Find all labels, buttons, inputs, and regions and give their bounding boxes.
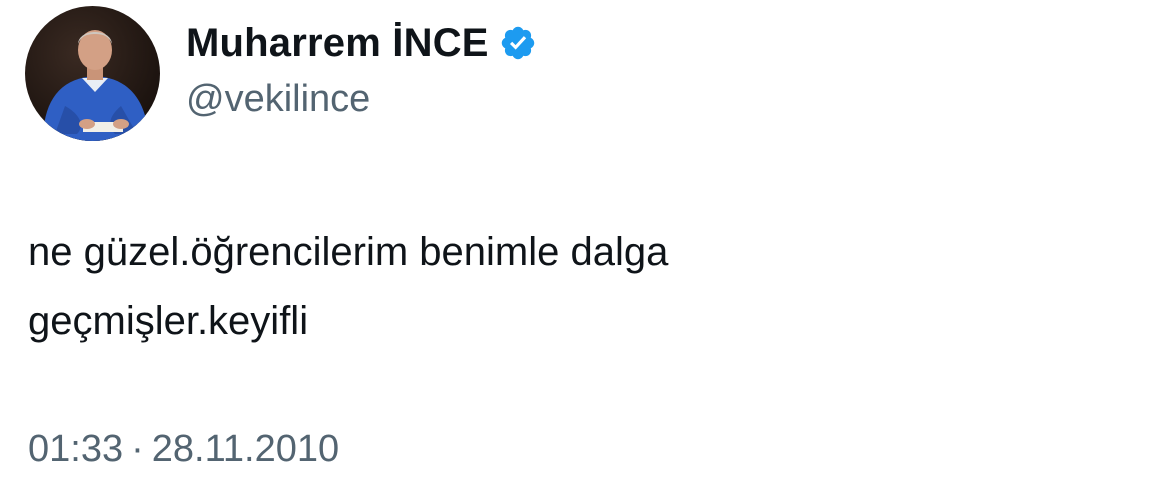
meta-separator: · — [131, 428, 144, 470]
name-row: Muharrem İNCE — [186, 18, 537, 68]
tweet-card: Muharrem İNCE @vekilince ne güzel.öğrenc… — [0, 0, 1170, 490]
tweet-text-line: geçmişler.keyifli — [28, 299, 309, 343]
user-handle[interactable]: @vekilince — [186, 78, 537, 121]
tweet-header: Muharrem İNCE @vekilince — [25, 6, 537, 141]
user-identity: Muharrem İNCE @vekilince — [186, 6, 537, 121]
display-name[interactable]: Muharrem İNCE — [186, 21, 489, 66]
avatar-photo — [25, 6, 160, 141]
tweet-time[interactable]: 01:33 — [28, 428, 123, 470]
tweet-text: ne güzel.öğrencilerim benimle dalga geçm… — [28, 218, 1138, 356]
tweet-meta: 01:33 · 28.11.2010 — [28, 428, 339, 471]
avatar[interactable] — [25, 6, 160, 141]
verified-badge-icon — [499, 24, 537, 62]
tweet-text-line: ne güzel.öğrencilerim benimle dalga — [28, 230, 669, 274]
tweet-date[interactable]: 28.11.2010 — [152, 428, 339, 470]
